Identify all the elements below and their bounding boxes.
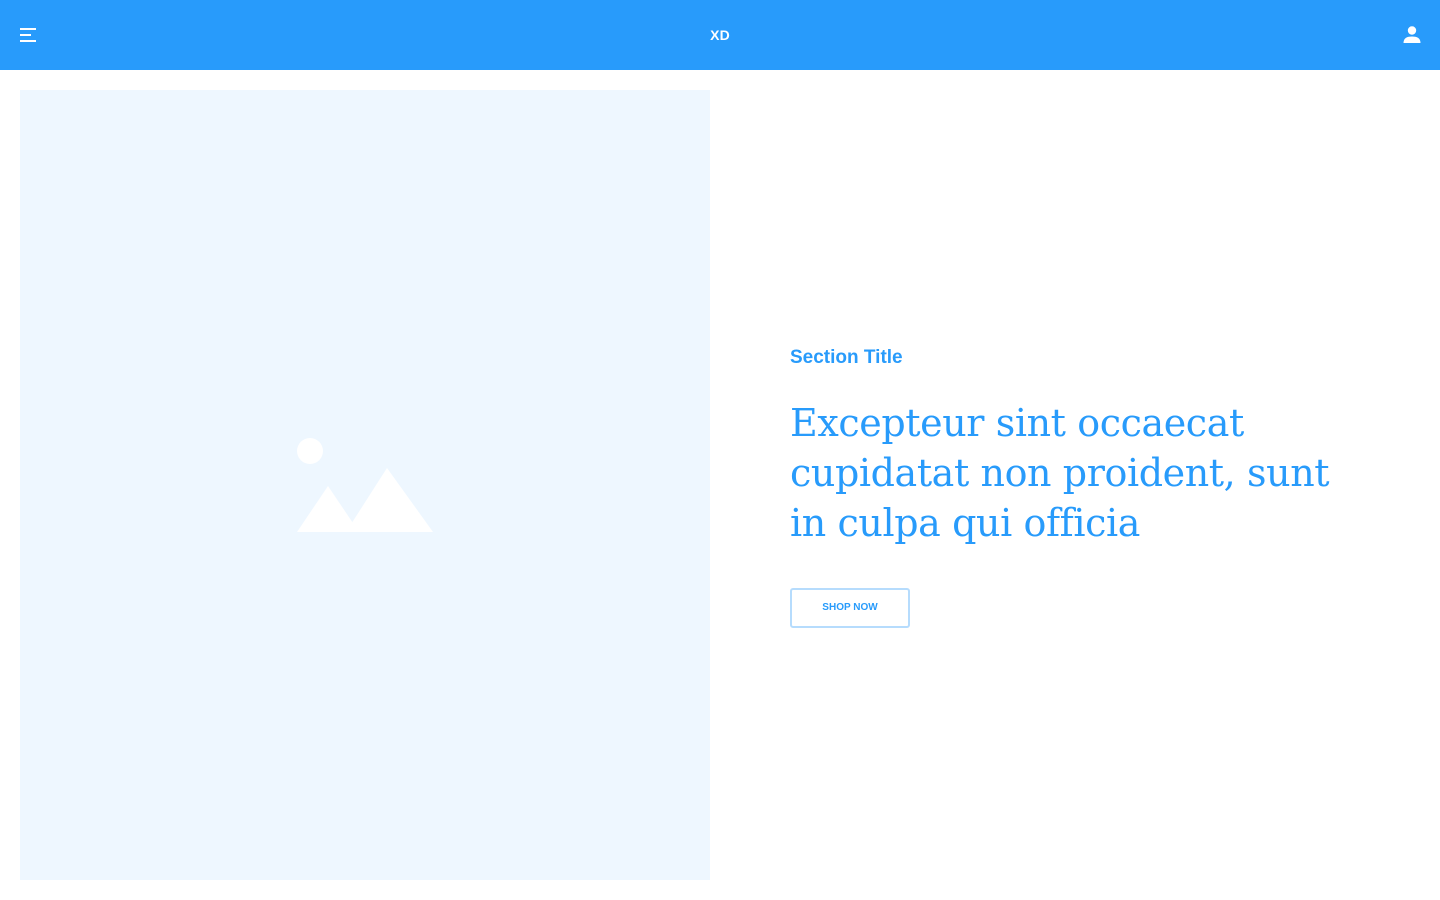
hero-content: Section Title Excepteur sint occaecat cu… [790, 344, 1390, 628]
shop-now-button[interactable]: SHOP NOW [790, 588, 910, 628]
hamburger-menu-icon [20, 28, 36, 42]
image-placeholder-icon [297, 437, 437, 533]
user-account-icon [1403, 26, 1421, 43]
hero-headline: Excepteur sint occaecat cupidatat non pr… [790, 401, 1330, 545]
menu-button[interactable] [14, 21, 42, 49]
account-button[interactable] [1398, 21, 1426, 49]
top-app-bar: XD [0, 0, 1440, 70]
brand-logo-text[interactable]: XD [670, 25, 770, 45]
section-title: Section Title [790, 347, 903, 368]
hero-image-placeholder [20, 90, 710, 880]
